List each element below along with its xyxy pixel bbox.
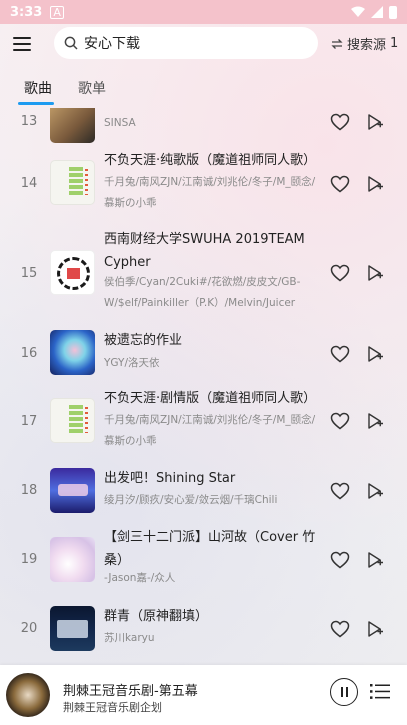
heart-icon[interactable] (330, 345, 350, 363)
play-next-icon[interactable] (366, 264, 384, 282)
search-source-label: 搜索源 (347, 38, 387, 53)
play-next-icon[interactable] (366, 482, 384, 500)
song-artist: 苏川karyu (104, 632, 155, 644)
play-next-icon[interactable] (366, 113, 384, 131)
song-row[interactable]: 19 【剑三十二门派】山河故（Cover 竹桑） -Jason嘉-/众人 (0, 526, 407, 598)
song-cover (50, 160, 95, 205)
song-row[interactable]: 17 不负天涯·剧情版（魔道祖师同人歌） 千月兔/南风ZJN/江南诚/刘兆伦/冬… (0, 386, 407, 458)
song-number: 20 (20, 621, 38, 636)
song-title: 不负天涯·纯歌版（魔道祖师同人歌） (104, 153, 317, 168)
song-artist: 绫月汐/顾疚/安心爱/敛云烟/千璃Chili (104, 494, 278, 506)
play-next-icon[interactable] (366, 345, 384, 363)
heart-icon[interactable] (330, 113, 350, 131)
song-row[interactable]: 20 群青（原神翻填） 苏川karyu (0, 604, 407, 660)
song-title: 被遗忘的作业 (104, 333, 183, 348)
play-next-icon[interactable] (366, 412, 384, 430)
signal-icon (371, 6, 383, 18)
pause-button[interactable] (330, 678, 358, 706)
song-number: 18 (20, 483, 38, 498)
search-source-button[interactable]: 搜索源 1 (331, 34, 398, 53)
song-title: 出发吧！Shining Star (104, 471, 236, 486)
player-subtitle: 荆棘王冠音乐剧企划 (63, 701, 162, 714)
tab-songs[interactable]: 歌曲 (24, 78, 52, 98)
status-bar: 3:33 A (0, 0, 407, 24)
song-row[interactable]: 18 出发吧！Shining Star 绫月汐/顾疚/安心爱/敛云烟/千璃Chi… (0, 466, 407, 518)
mini-player[interactable]: 荆棘王冠音乐剧-第五幕 荆棘王冠音乐剧企划 (0, 665, 407, 725)
song-row[interactable]: 15 西南财经大学SWUHA 2019TEAM Cypher 侯伯季/Cyan/… (0, 226, 407, 312)
song-cover (50, 250, 95, 295)
status-icons (351, 5, 397, 19)
song-cover (50, 108, 95, 143)
play-next-icon[interactable] (366, 620, 384, 638)
tab-playlists[interactable]: 歌单 (78, 78, 106, 98)
tab-indicator (18, 102, 54, 105)
swap-icon (331, 38, 343, 49)
heart-icon[interactable] (330, 264, 350, 282)
song-artist: SINSA (104, 117, 136, 129)
song-artist: 侯伯季/Cyan/2Cuki#/花欲燃/皮皮文/GB-W/$elf/Painki… (104, 276, 301, 309)
heart-icon[interactable] (330, 175, 350, 193)
pause-bar (340, 687, 343, 697)
search-icon (64, 36, 78, 50)
playlist-queue-icon[interactable] (370, 683, 390, 700)
song-cover (50, 606, 95, 651)
song-cover (50, 330, 95, 375)
song-title: 不负天涯·剧情版（魔道祖师同人歌） (104, 391, 317, 406)
song-number: 15 (20, 266, 38, 281)
song-cover (50, 398, 95, 443)
song-cover (50, 537, 95, 582)
song-artist: YGY/洛天依 (104, 357, 160, 369)
player-cover[interactable] (6, 673, 50, 717)
song-number: 13 (20, 114, 38, 129)
wifi-icon (351, 6, 365, 17)
tab-bar: 歌曲 歌单 (0, 74, 407, 108)
notification-a-icon: A (50, 5, 64, 19)
song-title: 【剑三十二门派】山河故（Cover 竹桑） (104, 530, 316, 568)
song-number: 17 (20, 414, 38, 429)
song-artist: -Jason嘉-/众人 (104, 572, 176, 584)
song-cover (50, 468, 95, 513)
play-next-icon[interactable] (366, 175, 384, 193)
pause-bar (345, 687, 348, 697)
heart-icon[interactable] (330, 482, 350, 500)
battery-icon (389, 5, 397, 19)
song-artist: 千月兔/南风ZJN/江南诚/刘兆伦/冬子/M_颐念/慕斯の小乖 (104, 176, 316, 209)
song-title: 西南财经大学SWUHA 2019TEAM Cypher (104, 232, 305, 270)
search-source-number: 1 (390, 36, 399, 51)
song-row[interactable]: 14 不负天涯·纯歌版（魔道祖师同人歌） 千月兔/南风ZJN/江南诚/刘兆伦/冬… (0, 146, 407, 218)
song-number: 14 (20, 176, 38, 191)
player-title: 荆棘王冠音乐剧-第五幕 (63, 684, 198, 699)
heart-icon[interactable] (330, 412, 350, 430)
song-list: 13 SINSA 14 不负天涯·纯歌版（魔道祖师同人歌） 千月兔/南风ZJN/… (0, 108, 407, 665)
menu-icon[interactable] (13, 37, 31, 51)
song-artist: 千月兔/南风ZJN/江南诚/刘兆伦/冬子/M_颐念/慕斯の小乖 (104, 414, 316, 447)
song-title: 群青（原神翻填） (104, 609, 209, 624)
status-time: 3:33 (10, 4, 43, 20)
heart-icon[interactable] (330, 620, 350, 638)
search-input[interactable]: 安心下载 (54, 27, 318, 59)
search-value: 安心下载 (84, 36, 140, 52)
top-bar: 安心下载 搜索源 1 (0, 24, 407, 64)
song-number: 19 (20, 552, 38, 567)
play-next-icon[interactable] (366, 551, 384, 569)
song-row[interactable]: 16 被遗忘的作业 YGY/洛天依 (0, 328, 407, 378)
song-number: 16 (20, 346, 38, 361)
heart-icon[interactable] (330, 551, 350, 569)
